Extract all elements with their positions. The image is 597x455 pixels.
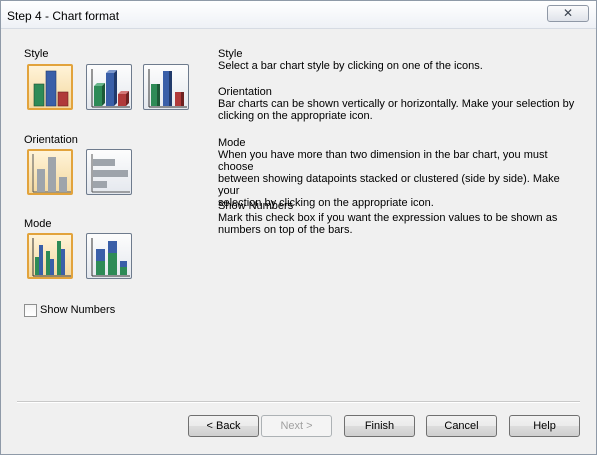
show-numbers-description-text-1: Mark this check box if you want the expr… [218,212,558,224]
orientation-horizontal-button[interactable] [86,149,132,195]
orientation-label: Orientation [24,134,78,146]
dialog-content: Style Orientation Mode Show Numbers Styl… [9,33,588,447]
style-label: Style [24,48,49,60]
close-icon: ✕ [562,6,574,20]
mode-clustered-button[interactable] [27,233,73,279]
3d-bar-chart-icon [91,69,130,108]
stacked-bars-icon [91,238,130,277]
show-numbers-checkbox[interactable] [24,304,37,317]
cylinder-bar-chart-icon [148,69,187,108]
show-numbers-description-text-2: numbers on top of the bars. [218,224,353,236]
window-title: Step 4 - Chart format [7,9,120,23]
close-button[interactable]: ✕ [547,5,589,22]
chart-format-dialog: Step 4 - Chart format ✕ Style Orientatio… [0,0,597,455]
show-numbers-description-title: Show Numbers [218,200,294,212]
cancel-button[interactable]: Cancel [426,415,497,437]
button-separator [17,401,580,403]
horizontal-bars-icon [91,154,130,193]
mode-description-title: Mode [218,137,246,149]
style-option-cylinder-button[interactable] [143,64,189,110]
back-button[interactable]: < Back [188,415,259,437]
flat-bar-chart-icon [33,70,69,107]
style-option-flat-button[interactable] [27,64,73,110]
mode-label: Mode [24,218,52,230]
mode-stacked-button[interactable] [86,233,132,279]
help-button[interactable]: Help [509,415,580,437]
clustered-bars-icon [32,238,71,277]
orientation-description-title: Orientation [218,86,272,98]
style-description-title: Style [218,48,243,60]
title-bar: Step 4 - Chart format ✕ [1,1,596,29]
next-button[interactable]: Next > [261,415,332,437]
vertical-bars-icon [32,154,71,193]
show-numbers-label[interactable]: Show Numbers [40,304,115,316]
orientation-description-text-2: clicking on the appropriate icon. [218,110,373,122]
style-description: Style Select a bar chart style by clicki… [218,48,578,72]
mode-description-text-1: When you have more than two dimension in… [218,149,548,173]
mode-description-text-2: between showing datapoints stacked or cl… [218,173,560,197]
orientation-description: Orientation Bar charts can be shown vert… [218,86,578,122]
show-numbers-description: Show Numbers Mark this check box if you … [218,200,578,236]
mode-description: Mode When you have more than two dimensi… [218,137,578,209]
style-description-text: Select a bar chart style by clicking on … [218,60,483,72]
orientation-vertical-button[interactable] [27,149,73,195]
finish-button[interactable]: Finish [344,415,415,437]
style-option-3d-button[interactable] [86,64,132,110]
orientation-description-text-1: Bar charts can be shown vertically or ho… [218,98,575,110]
